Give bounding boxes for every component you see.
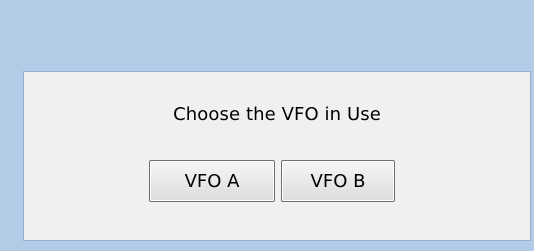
vfo-a-button[interactable]: VFO A bbox=[149, 160, 275, 202]
dialog-body: Choose the VFO in Use VFO A VFO B bbox=[23, 71, 531, 241]
dialog-prompt: Choose the VFO in Use bbox=[173, 104, 381, 125]
window-frame: Choose the VFO in Use VFO A VFO B bbox=[0, 0, 534, 251]
vfo-b-button[interactable]: VFO B bbox=[281, 160, 395, 202]
